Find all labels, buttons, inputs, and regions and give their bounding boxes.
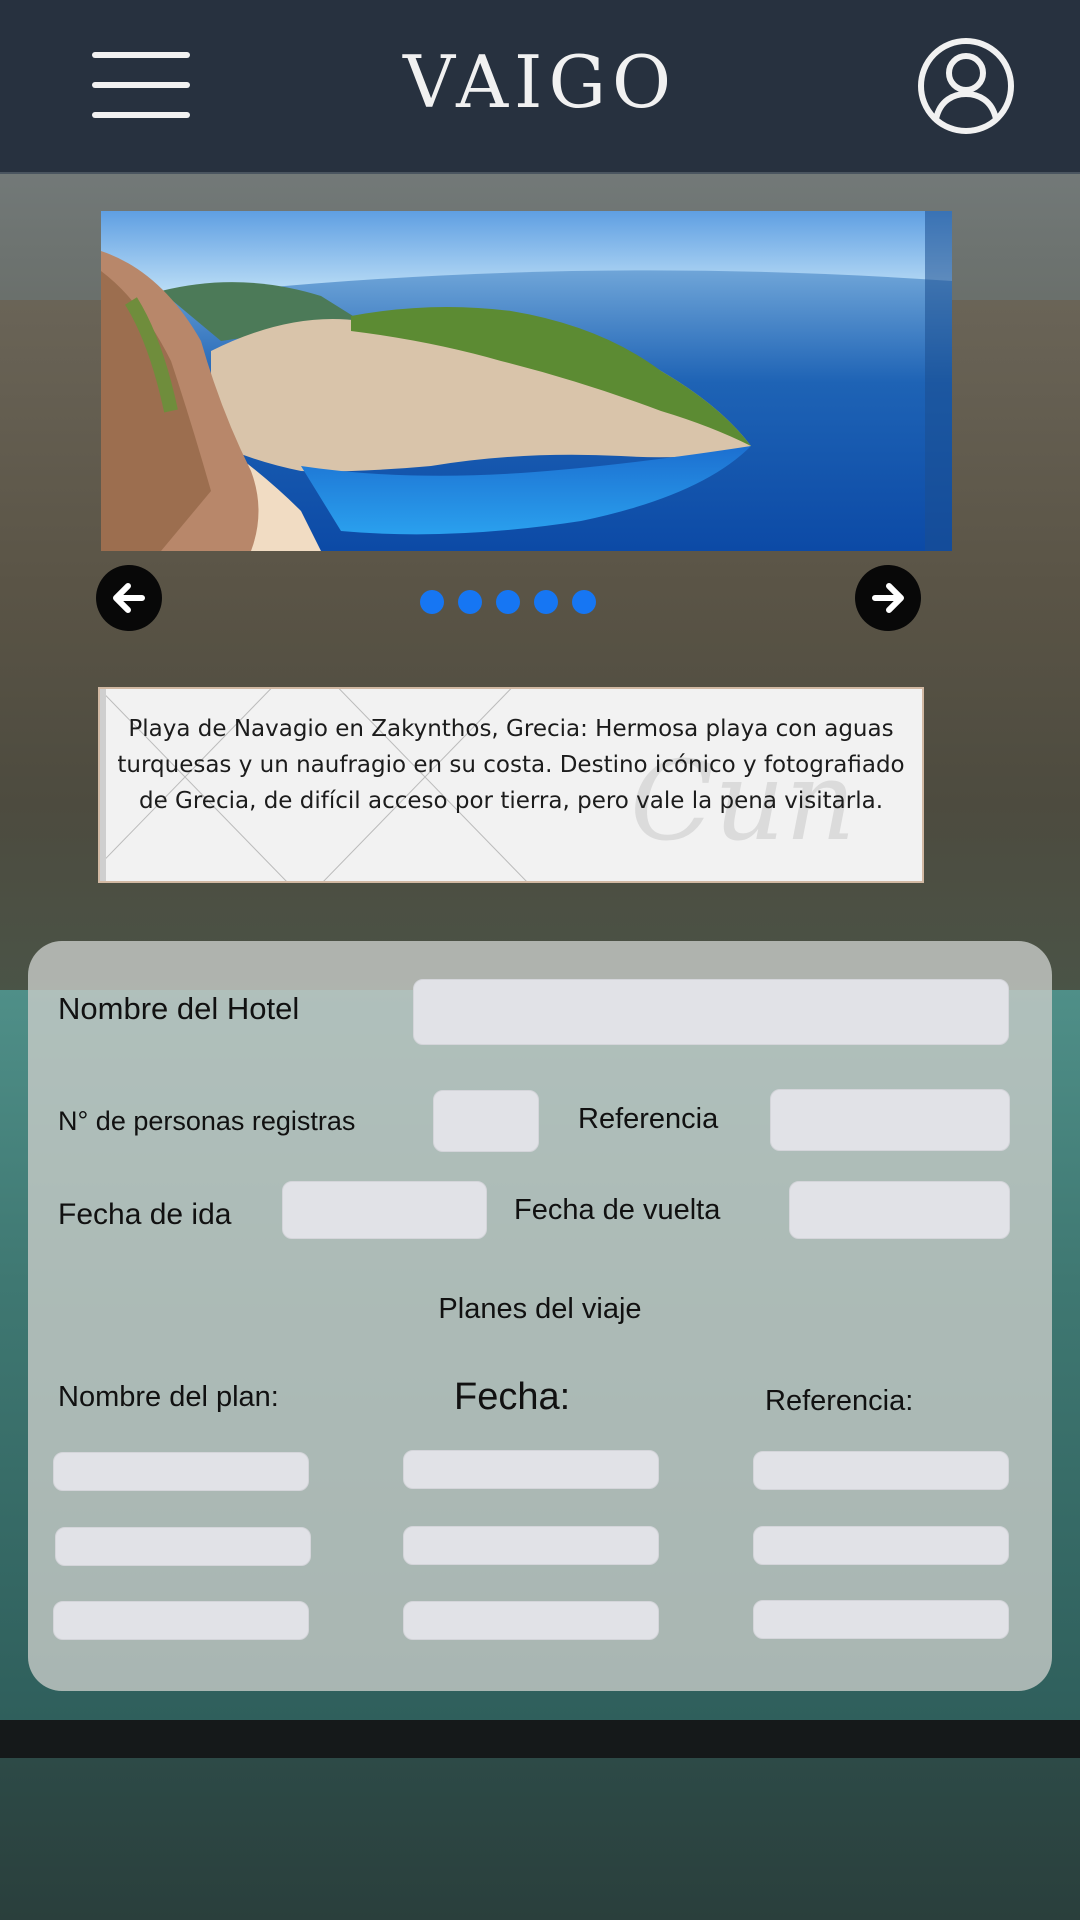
carousel-prev-button[interactable] — [96, 565, 162, 631]
carousel-dot-2[interactable] — [458, 590, 482, 614]
carousel-image — [101, 211, 952, 551]
return-date-label: Fecha de vuelta — [514, 1194, 721, 1226]
persons-label: N° de personas registras — [58, 1106, 356, 1136]
image-carousel[interactable] — [101, 211, 952, 551]
arrow-right-icon — [872, 583, 904, 613]
destination-description: Cun Playa de Navagio en Zakynthos, Greci… — [98, 687, 924, 883]
plan-name-header: Nombre del plan: — [58, 1381, 279, 1413]
plans-title: Planes del viaje — [438, 1293, 642, 1325]
app-header: VAIGO — [0, 0, 1080, 174]
carousel-dot-1[interactable] — [420, 590, 444, 614]
booking-form-panel: Nombre del Hotel N° de personas registra… — [28, 941, 1052, 1691]
description-text: Playa de Navagio en Zakynthos, Grecia: H… — [117, 716, 905, 814]
plan-reference-input-2[interactable] — [753, 1526, 1009, 1565]
carousel-indicators — [420, 590, 596, 614]
carousel-next-button[interactable] — [855, 565, 921, 631]
plan-date-input-1[interactable] — [403, 1450, 659, 1489]
persons-input[interactable] — [433, 1090, 539, 1152]
plan-reference-input-3[interactable] — [753, 1600, 1009, 1639]
carousel-dot-4[interactable] — [534, 590, 558, 614]
background-band — [0, 1720, 1080, 1758]
reference-label: Referencia — [578, 1103, 719, 1135]
plan-name-input-2[interactable] — [55, 1527, 311, 1566]
arrow-left-icon — [113, 583, 145, 613]
carousel-dot-3[interactable] — [496, 590, 520, 614]
plan-name-input-1[interactable] — [53, 1452, 309, 1491]
plan-name-input-3[interactable] — [53, 1601, 309, 1640]
hotel-name-label: Nombre del Hotel — [58, 991, 300, 1026]
reference-input[interactable] — [770, 1089, 1010, 1151]
plan-date-header: Fecha: — [454, 1376, 571, 1418]
plan-reference-header: Referencia: — [765, 1385, 914, 1417]
background-bottom — [0, 1758, 1080, 1920]
plan-date-input-3[interactable] — [403, 1601, 659, 1640]
departure-date-label: Fecha de ida — [58, 1198, 232, 1231]
plan-reference-input-1[interactable] — [753, 1451, 1009, 1490]
user-profile-icon[interactable] — [916, 36, 1016, 136]
carousel-dot-5[interactable] — [572, 590, 596, 614]
return-date-input[interactable] — [789, 1181, 1010, 1239]
hotel-name-input[interactable] — [413, 979, 1009, 1045]
plan-date-input-2[interactable] — [403, 1526, 659, 1565]
departure-date-input[interactable] — [282, 1181, 487, 1239]
